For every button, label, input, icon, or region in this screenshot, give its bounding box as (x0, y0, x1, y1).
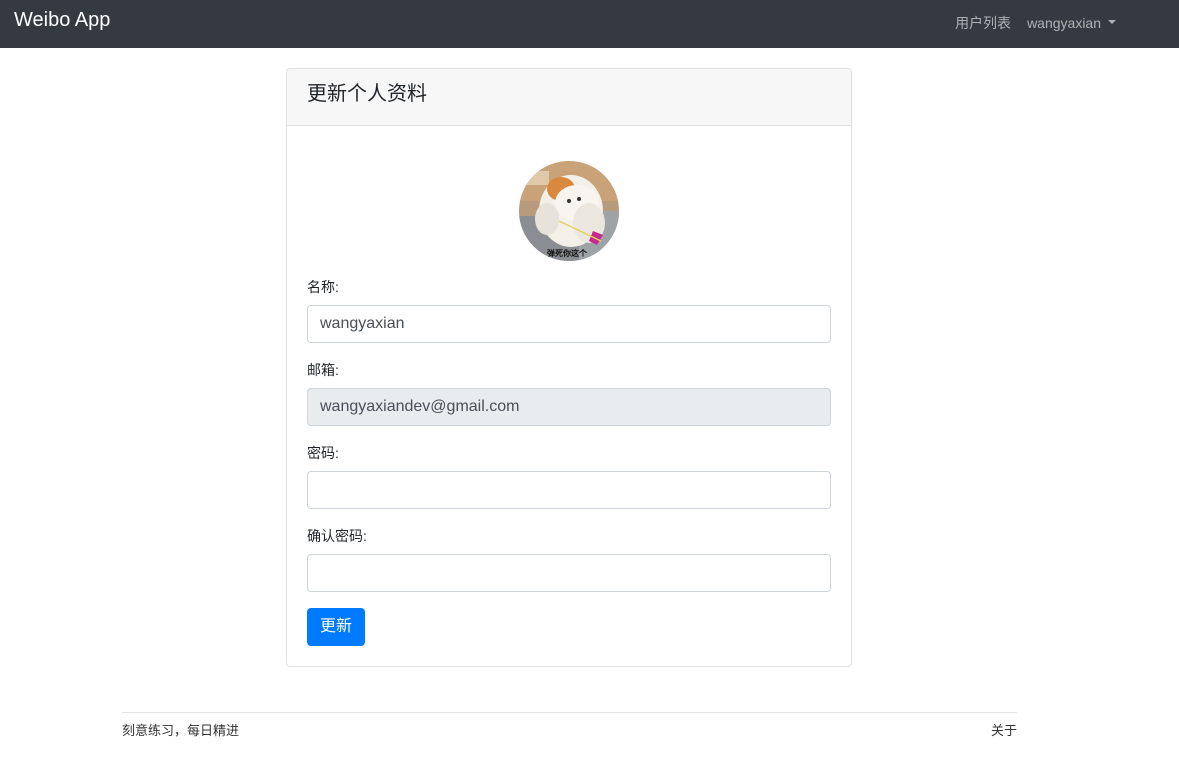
password-input[interactable] (307, 471, 831, 509)
caret-down-icon (1108, 20, 1116, 25)
profile-card: 更新个人资料 弹死你这个 名称: wangyaxian 邮箱: wangyaxi… (286, 68, 852, 667)
avatar-caption: 弹死你这个 (547, 248, 588, 258)
email-field: wangyaxiandev@gmail.com (307, 388, 831, 426)
navbar: Weibo App 用户列表 wangyaxian (0, 0, 1179, 48)
avatar: 弹死你这个 (519, 161, 619, 261)
nav-links: 用户列表 wangyaxian (955, 13, 1116, 33)
name-input[interactable]: wangyaxian (307, 305, 831, 343)
update-button[interactable]: 更新 (307, 608, 365, 646)
password-label: 密码: (307, 445, 339, 461)
footer-about-link[interactable]: 关于 (991, 720, 1017, 739)
brand-logo[interactable]: Weibo App (14, 8, 110, 32)
footer-slogan: 刻意练习，每日精进 (122, 723, 240, 738)
footer: 刻意练习，每日精进 关于 (122, 712, 1017, 742)
user-dropdown[interactable]: wangyaxian (1027, 13, 1116, 33)
nav-link-users[interactable]: 用户列表 (955, 13, 1011, 33)
email-label: 邮箱: (307, 362, 339, 378)
confirm-password-input[interactable] (307, 554, 831, 592)
confirm-password-label: 确认密码: (307, 528, 367, 544)
name-label: 名称: (307, 279, 339, 295)
card-header: 更新个人资料 (287, 69, 851, 126)
user-dropdown-label: wangyaxian (1027, 15, 1101, 31)
page-title: 更新个人资料 (307, 83, 427, 105)
avatar-cat-image: 弹死你这个 (519, 161, 619, 261)
